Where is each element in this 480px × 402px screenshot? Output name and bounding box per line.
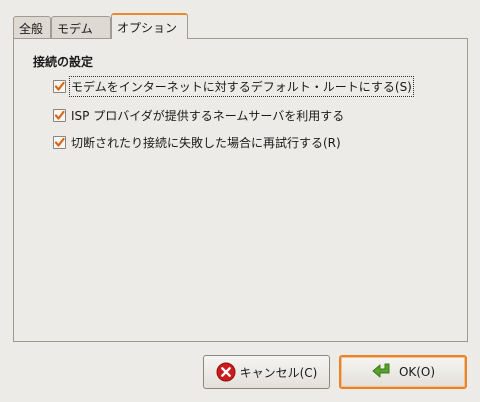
section-title: 接続の設定 [33,55,94,69]
retry-checkbox[interactable] [53,135,66,149]
options-panel: 接続の設定 モデムをインターネットに対するデフォルト・ルートにする(S) ISP… [13,38,468,342]
check-icon [54,81,65,91]
default-route-label: モデムをインターネットに対するデフォルト・ルートにする(S) [69,75,414,97]
ok-arrow-icon [371,362,395,382]
isp-nameserver-label: ISP プロバイダが提供するネームサーバを利用する [71,108,345,123]
check-icon [54,110,65,120]
tab-options[interactable]: オプション [111,13,188,39]
retry-label: 切断されたり接続に失敗した場合に再試行する(R) [71,135,341,150]
tab-modem-label: モデム [57,22,93,36]
ok-label: OK(O) [398,365,436,379]
isp-nameserver-checkbox[interactable] [53,108,66,122]
option-retry[interactable]: 切断されたり接続に失敗した場合に再試行する(R) [53,133,341,151]
tab-general[interactable]: 全般 [13,16,51,38]
tab-modem[interactable]: モデム [51,16,111,38]
ok-button[interactable]: OK(O) [339,355,467,389]
check-icon [54,137,65,147]
cancel-icon [216,362,236,382]
tab-general-label: 全般 [19,22,44,36]
tab-options-label: オプション [117,21,178,35]
cancel-label: キャンセル(C) [239,365,318,380]
option-isp-nameserver[interactable]: ISP プロバイダが提供するネームサーバを利用する [53,106,344,124]
cancel-button[interactable]: キャンセル(C) [203,355,330,389]
option-default-route[interactable]: モデムをインターネットに対するデフォルト・ルートにする(S) [53,75,414,97]
default-route-checkbox[interactable] [53,79,66,93]
